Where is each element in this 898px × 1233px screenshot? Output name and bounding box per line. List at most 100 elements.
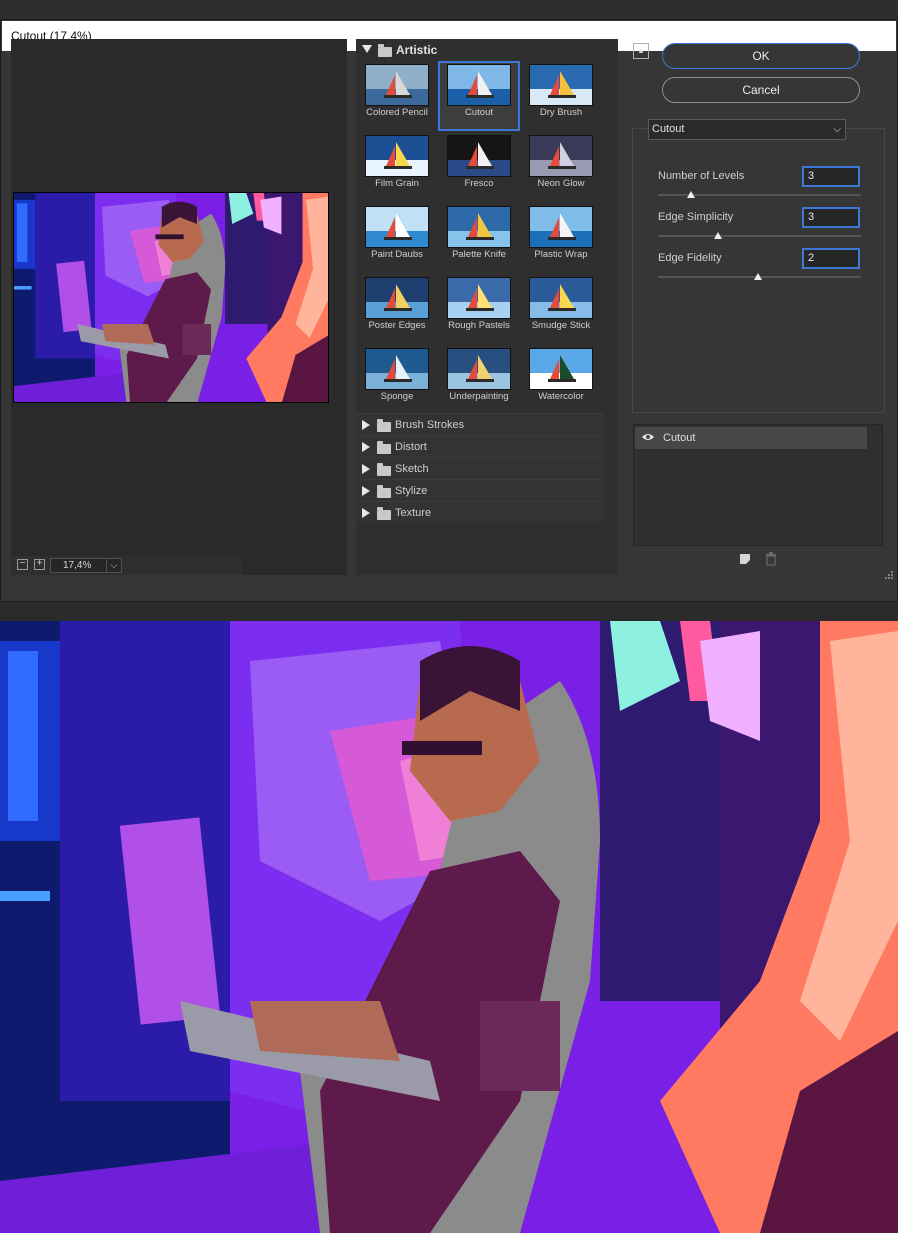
filter-thumb[interactable]: Rough Pastels: [438, 274, 520, 344]
folder-icon: [377, 507, 391, 520]
folder-icon: [377, 441, 391, 454]
delete-icon[interactable]: [765, 552, 777, 566]
category-label: Stylize: [395, 485, 428, 497]
filter-thumbnails: Colored Pencil Cutout Dry Brush Film Grain F…: [356, 61, 604, 413]
filter-thumb-label: Paint Daubs: [371, 249, 423, 260]
eye-icon[interactable]: [642, 433, 654, 441]
expand-triangle-icon: [362, 508, 370, 518]
filter-thumb[interactable]: Underpainting: [438, 345, 520, 415]
filter-thumb-label: Sponge: [380, 391, 414, 402]
folder-icon: [377, 419, 391, 432]
filter-thumb-image: [447, 348, 511, 390]
effect-layer-label: Cutout: [663, 432, 696, 444]
folder-icon: [377, 463, 391, 476]
fidelity-input[interactable]: 2: [802, 248, 860, 269]
fidelity-label: Edge Fidelity: [658, 252, 722, 264]
filter-thumb-label: Underpainting: [449, 391, 509, 402]
category-label: Distort: [395, 441, 427, 453]
levels-input[interactable]: 3: [802, 166, 860, 187]
filter-thumb-label: Palette Knife: [452, 249, 506, 260]
filter-thumb-image: [365, 206, 429, 248]
simplicity-input[interactable]: 3: [802, 207, 860, 228]
chevron-down-icon: ⌵: [833, 124, 841, 135]
filter-thumb[interactable]: Colored Pencil: [356, 61, 438, 131]
filter-thumb[interactable]: Palette Knife: [438, 203, 520, 273]
ok-button[interactable]: OK: [662, 43, 860, 69]
cancel-button[interactable]: Cancel: [662, 77, 860, 103]
filter-thumb[interactable]: Smudge Stick: [520, 274, 602, 344]
expand-triangle-icon: [362, 486, 370, 496]
filter-thumb[interactable]: Dry Brush: [520, 61, 602, 131]
expand-triangle-icon: [362, 420, 370, 430]
filter-thumb[interactable]: Poster Edges: [356, 274, 438, 344]
expand-triangle-icon: [362, 464, 370, 474]
simplicity-slider-thumb[interactable]: [714, 232, 722, 239]
expand-triangle-icon: [362, 442, 370, 452]
top-strip: [0, 0, 898, 19]
levels-label: Number of Levels: [658, 170, 745, 182]
simplicity-label: Edge Simplicity: [658, 211, 734, 223]
new-layer-icon[interactable]: [739, 553, 751, 565]
filter-thumb[interactable]: Sponge: [356, 345, 438, 415]
collapse-icon[interactable]: ▴: [633, 43, 649, 59]
filter-thumb-image: [365, 277, 429, 319]
filter-thumb-label: Poster Edges: [368, 320, 426, 331]
zoom-bar: − + 17,4% ⌵: [11, 556, 242, 575]
filter-thumb-image: [365, 348, 429, 390]
category-label: Artistic: [396, 43, 438, 57]
preview-image[interactable]: [13, 192, 329, 403]
category-closed[interactable]: Stylize: [356, 479, 604, 501]
filter-thumb-label: Rough Pastels: [448, 320, 510, 331]
preview-pane[interactable]: − + 17,4% ⌵: [11, 39, 347, 575]
filter-thumb-label: Plastic Wrap: [534, 249, 588, 260]
levels-slider-thumb[interactable]: [687, 191, 695, 198]
filter-gallery: Artistic Colored Pencil Cutout Dry Brush Fi…: [356, 39, 618, 575]
category-closed[interactable]: Distort: [356, 435, 604, 457]
filter-select[interactable]: Cutout ⌵: [648, 119, 846, 140]
filter-thumb[interactable]: Cutout: [438, 61, 520, 131]
filter-thumb-label: Neon Glow: [537, 178, 585, 189]
filter-thumb-image: [447, 64, 511, 106]
filter-select-value: Cutout: [652, 123, 685, 135]
filter-thumb-image: [529, 348, 593, 390]
category-closed[interactable]: Sketch: [356, 457, 604, 479]
filter-thumb-label: Colored Pencil: [366, 107, 428, 118]
folder-icon: [378, 44, 392, 57]
chevron-down-icon[interactable]: ⌵: [106, 559, 121, 572]
filter-thumb[interactable]: Plastic Wrap: [520, 203, 602, 273]
resize-grip-icon[interactable]: [884, 570, 894, 580]
filter-thumb-image: [529, 277, 593, 319]
filter-thumb-label: Smudge Stick: [531, 320, 591, 331]
filter-thumb-image: [529, 64, 593, 106]
simplicity-slider[interactable]: [658, 235, 861, 237]
filter-thumb[interactable]: Fresco: [438, 132, 520, 202]
effect-layers-panel: Cutout: [633, 424, 883, 546]
category-label: Texture: [395, 507, 432, 519]
fidelity-slider-thumb[interactable]: [754, 273, 762, 280]
filter-thumb-label: Cutout: [465, 107, 493, 118]
filter-thumb-image: [447, 277, 511, 319]
filter-thumb-image: [365, 135, 429, 177]
zoom-out-button[interactable]: −: [17, 559, 28, 570]
zoom-value: 17,4%: [63, 560, 92, 571]
category-label: Brush Strokes: [395, 419, 465, 431]
filter-thumb-image: [365, 64, 429, 106]
filter-thumb[interactable]: Watercolor: [520, 345, 602, 415]
zoom-select[interactable]: 17,4% ⌵: [50, 558, 122, 573]
filter-thumb[interactable]: Film Grain: [356, 132, 438, 202]
filter-thumb-image: [529, 135, 593, 177]
zoom-in-button[interactable]: +: [34, 559, 45, 570]
expand-triangle-icon: [362, 45, 372, 53]
category-closed[interactable]: Texture: [356, 501, 604, 523]
category-label: Sketch: [395, 463, 429, 475]
filter-thumb[interactable]: Paint Daubs: [356, 203, 438, 273]
filter-thumb-image: [447, 206, 511, 248]
folder-icon: [377, 485, 391, 498]
category-artistic[interactable]: Artistic: [356, 39, 604, 61]
filter-thumb-label: Film Grain: [375, 178, 419, 189]
category-closed[interactable]: Brush Strokes: [356, 413, 604, 435]
filter-thumb-label: Dry Brush: [539, 107, 583, 118]
filter-thumb[interactable]: Neon Glow: [520, 132, 602, 202]
effect-layer-row[interactable]: Cutout: [635, 427, 867, 449]
filter-thumb-image: [447, 135, 511, 177]
